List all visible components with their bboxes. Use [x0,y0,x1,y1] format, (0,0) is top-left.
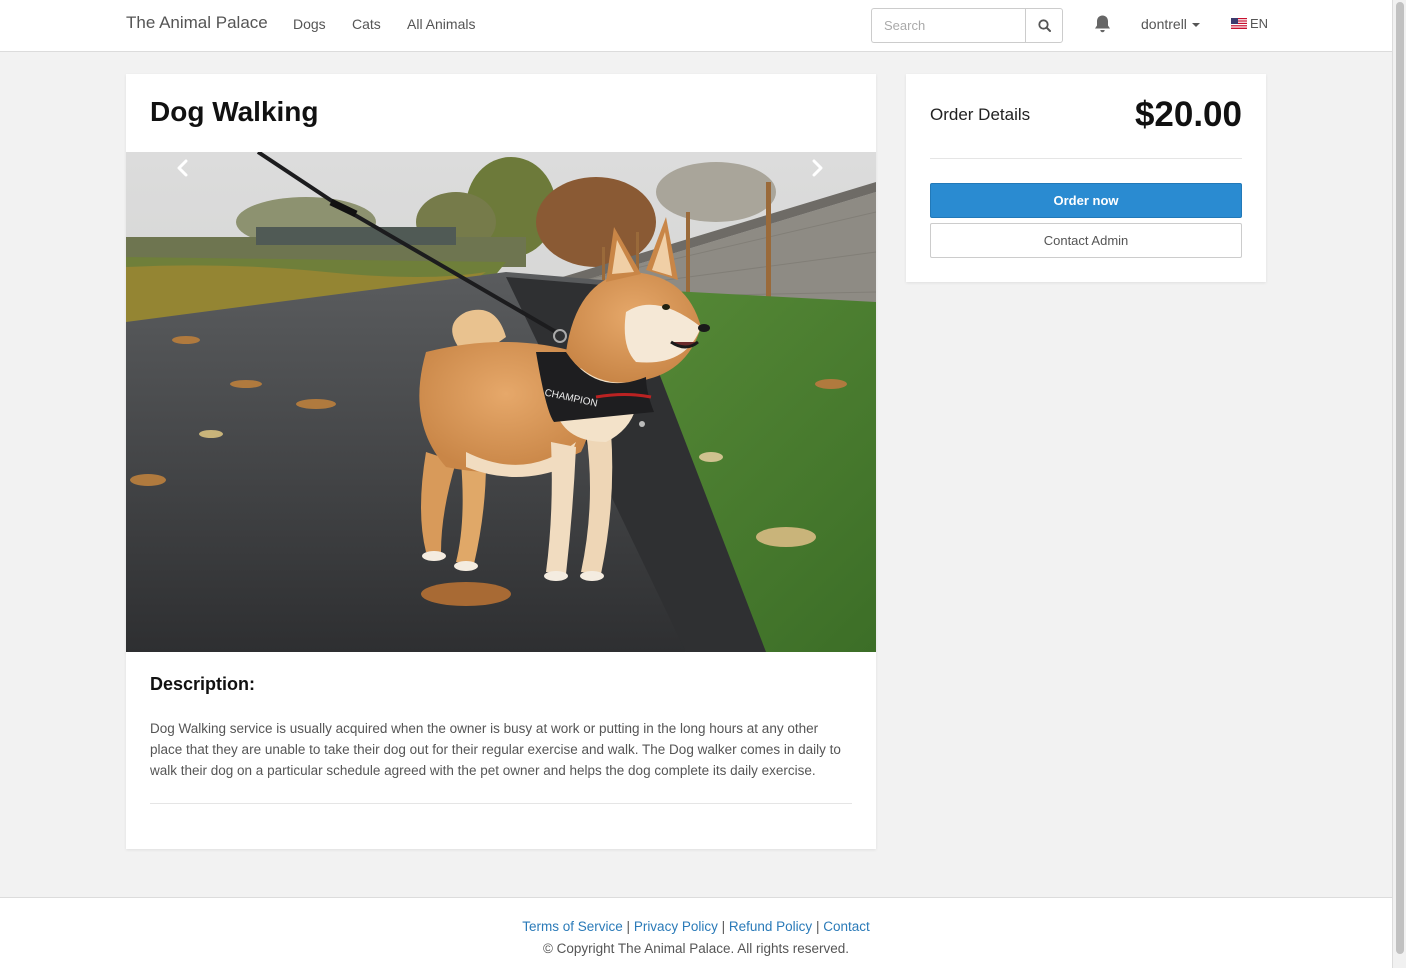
privacy-policy-link[interactable]: Privacy Policy [634,919,718,934]
footer-separator: | [626,919,631,934]
chevron-right-icon [812,159,823,177]
carousel-prev-button[interactable] [170,156,194,180]
username-label: dontrell [1141,16,1187,32]
order-price: $20.00 [1134,95,1242,134]
language-label: EN [1250,16,1269,31]
search-form [871,8,1063,43]
scrollbar-thumb[interactable] [1396,2,1404,954]
caret-down-icon [1191,23,1200,27]
order-now-button[interactable]: Order now [930,183,1242,218]
contact-link[interactable]: Contact [823,919,870,934]
brand-logo-link[interactable]: The Animal Palace [126,13,268,33]
description-text: Dog Walking service is usually acquired … [150,721,841,778]
description-heading: Description: [150,674,256,694]
footer-links: Terms of Service | Privacy Policy | Refu… [0,919,1392,934]
dog-walking-photo: CHAMPION [126,152,876,652]
nav-link-all-animals[interactable]: All Animals [407,16,475,32]
product-card: Dog Walking CHAMPION Description: Dog Wa… [126,74,876,849]
chevron-left-icon [177,159,188,177]
page-title: Dog Walking [150,96,319,127]
copyright-text: © Copyright The Animal Palace. All right… [542,941,850,956]
language-selector[interactable]: EN [1231,16,1268,31]
page-footer: Terms of Service | Privacy Policy | Refu… [0,897,1392,968]
divider [150,803,852,804]
image-carousel: CHAMPION [126,152,876,652]
order-details-label: Order Details [930,105,1031,124]
divider [930,158,1242,159]
order-details-card: Order Details $20.00 Order now Contact A… [906,74,1266,282]
top-navbar: The Animal Palace Dogs Cats All Animals … [0,0,1392,52]
search-input[interactable] [871,8,1025,43]
bell-icon[interactable] [1093,14,1112,34]
footer-separator: | [815,919,820,934]
carousel-next-button[interactable] [806,156,830,180]
user-dropdown[interactable]: dontrell [1141,16,1200,32]
search-icon [1037,19,1051,32]
search-button[interactable] [1025,8,1063,43]
us-flag-icon [1231,18,1247,29]
terms-of-service-link[interactable]: Terms of Service [522,919,623,934]
nav-link-cats[interactable]: Cats [352,16,381,32]
contact-admin-button[interactable]: Contact Admin [930,223,1242,258]
nav-link-dogs[interactable]: Dogs [293,16,326,32]
page-scrollbar[interactable] [1392,0,1406,968]
footer-separator: | [721,919,726,934]
refund-policy-link[interactable]: Refund Policy [729,919,812,934]
